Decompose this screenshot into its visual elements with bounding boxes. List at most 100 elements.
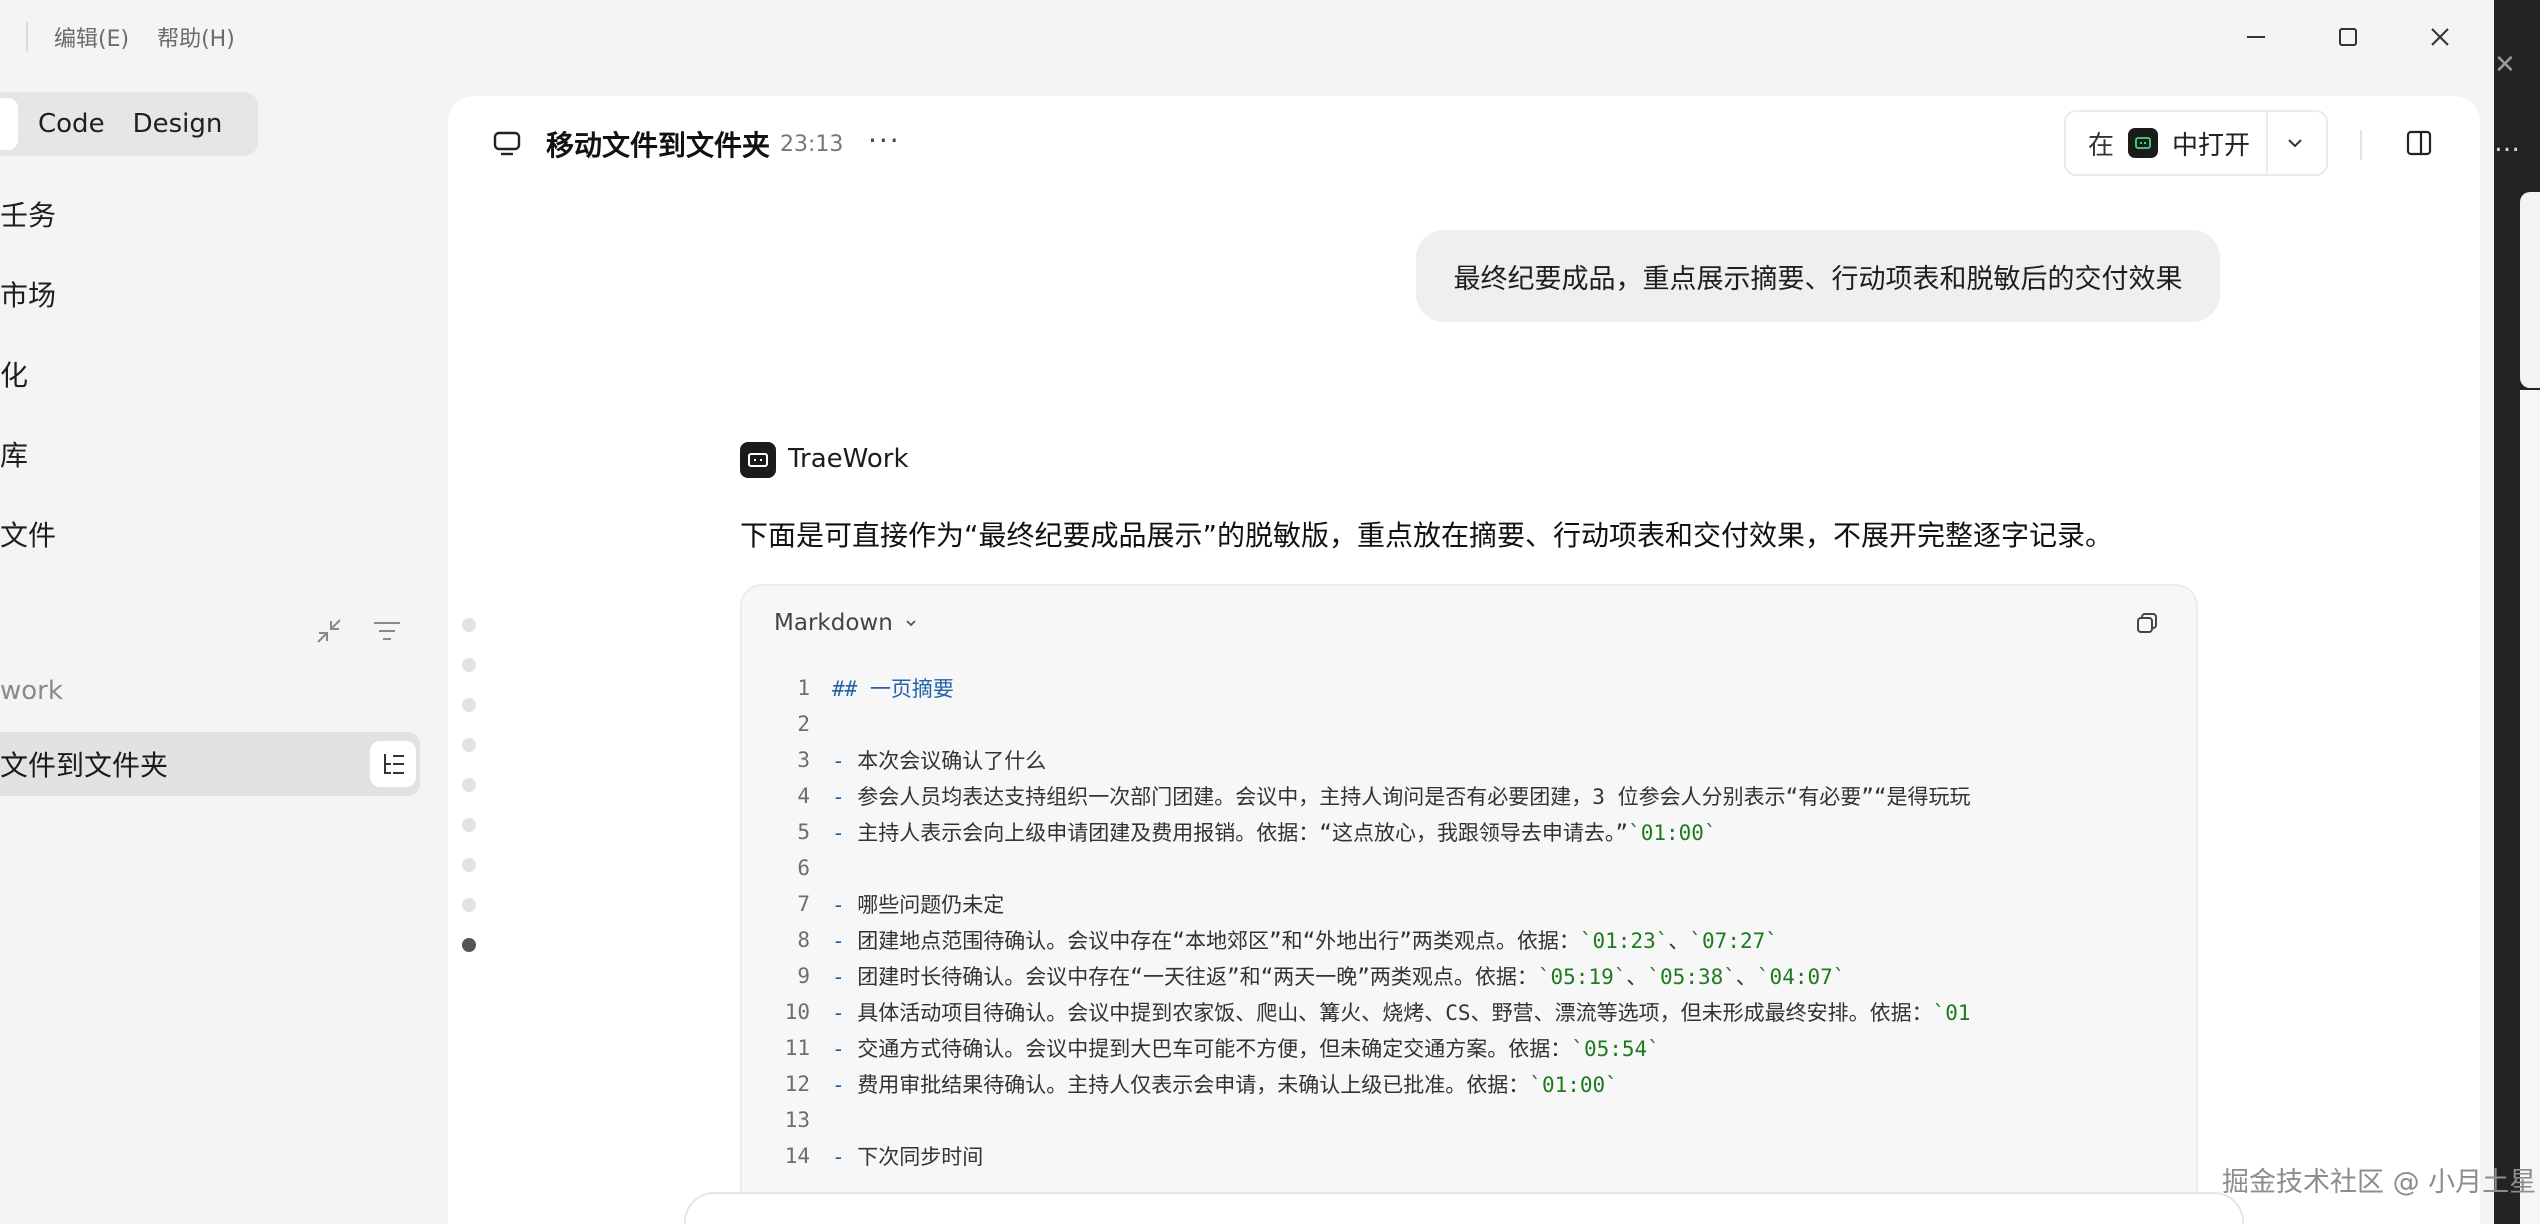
code-line: 4 - 参会人员均表达支持组织一次部门团建。会议中，主持人询问是否有必要团建，3… bbox=[742, 778, 2196, 814]
menu-edit[interactable]: 编辑(E) bbox=[42, 15, 141, 59]
code-line-number: 2 bbox=[797, 712, 810, 736]
assistant-avatar-icon bbox=[740, 442, 776, 478]
code-token: 下次同步时间 bbox=[857, 1145, 984, 1169]
menu-bar: 编辑(E) 帮助(H) bbox=[0, 0, 247, 74]
code-line-number: 10 bbox=[784, 1000, 810, 1024]
code-line: 1 ## 一页摘要 bbox=[742, 670, 2196, 706]
maximize-icon bbox=[2339, 28, 2357, 46]
main-panel: 移动文件到文件夹 23:13 ··· 在 中打开 最终纪要成品，重点展示摘要、行… bbox=[448, 96, 2480, 1224]
code-line-number: 4 bbox=[797, 784, 810, 808]
code-token: - bbox=[832, 749, 858, 773]
code-line: 11 - 交通方式待确认。会议中提到大巴车可能不方便，但未确定交通方案。依据：`… bbox=[742, 1030, 2196, 1066]
mode-tab-design[interactable]: Design bbox=[125, 109, 243, 139]
code-line-text: - 交通方式待确认。会议中提到大巴车可能不方便，但未确定交通方案。依据：`05:… bbox=[832, 1033, 1660, 1063]
code-line-text: - 费用审批结果待确认。主持人仅表示会申请，未确认上级已批准。依据：`01:00… bbox=[832, 1069, 1618, 1099]
filter-button[interactable] bbox=[370, 614, 404, 648]
copy-button[interactable] bbox=[2134, 610, 2160, 640]
code-line-text: - 团建地点范围待确认。会议中存在“本地郊区”和“外地出行”两类观点。依据：`0… bbox=[832, 925, 1778, 955]
close-button[interactable] bbox=[2394, 0, 2486, 74]
code-token: `01 bbox=[1932, 1001, 1971, 1025]
code-line-text: ## 一页摘要 bbox=[832, 673, 954, 703]
code-line-number: 8 bbox=[797, 928, 810, 952]
code-token: 费用审批结果待确认。主持人仅表示会申请，未确认上级已批准。依据： bbox=[857, 1073, 1530, 1097]
sidebar-item-3[interactable]: 化 bbox=[0, 334, 56, 414]
minimize-icon bbox=[2247, 36, 2265, 38]
maximize-button[interactable] bbox=[2302, 0, 2394, 74]
timeline-dot-active[interactable] bbox=[462, 938, 476, 952]
code-token: 团建时长待确认。会议中存在“一天往返”和“两天一晚”两类观点。依据： bbox=[857, 965, 1538, 989]
code-token: - bbox=[832, 785, 858, 809]
code-token: `05:54` bbox=[1571, 1037, 1660, 1061]
background-window-edge: ✕ … bbox=[2494, 0, 2540, 1224]
code-line-text: - 具体活动项目待确认。会议中提到农家饭、爬山、篝火、烧烤、CS、野营、漂流等选… bbox=[832, 997, 1971, 1027]
menu-separator bbox=[26, 22, 28, 52]
code-block: Markdown 1 ## 一页摘要 2 3- 本次会议确认了什么 4 - 参会人员均表… bbox=[740, 584, 2198, 1224]
more-options-button[interactable]: ··· bbox=[868, 124, 901, 157]
sidebar-item-tasks[interactable]: 壬务 bbox=[0, 174, 56, 254]
code-line-text: - 团建时长待确认。会议中存在“一天往返”和“两天一晚”两类观点。依据：`05:… bbox=[832, 961, 1845, 991]
code-line-number: 3 bbox=[797, 748, 810, 772]
page-title: 移动文件到文件夹 bbox=[546, 129, 771, 162]
timeline-dot[interactable] bbox=[462, 618, 476, 632]
minimize-button[interactable] bbox=[2210, 0, 2302, 74]
code-token: - bbox=[832, 1037, 858, 1061]
chevron-down-icon bbox=[906, 620, 916, 627]
panel-toggle-icon[interactable] bbox=[2404, 128, 2434, 162]
open-in-divider bbox=[2266, 110, 2269, 176]
code-token: - bbox=[832, 929, 858, 953]
code-token: `04:07` bbox=[1756, 965, 1846, 989]
code-token: 本次会议确认了什么 bbox=[857, 749, 1047, 773]
code-line-text: - 哪些问题仍未定 bbox=[832, 889, 1004, 919]
code-line-text: - 下次同步时间 bbox=[832, 1141, 983, 1171]
code-line-number: 11 bbox=[784, 1036, 810, 1060]
code-line: 7- 哪些问题仍未定 bbox=[742, 886, 2196, 922]
code-line-number: 1 bbox=[797, 676, 810, 700]
message-composer[interactable] bbox=[684, 1192, 2244, 1224]
collapse-button[interactable] bbox=[312, 614, 346, 648]
timeline-dot[interactable] bbox=[462, 658, 476, 672]
code-token: 哪些问题仍未定 bbox=[857, 893, 1005, 917]
assistant-name: TraeWork bbox=[788, 444, 909, 474]
code-line: 5 - 主持人表示会向上级申请团建及费用报销。依据：“这点放心，我跟领导去申请去… bbox=[742, 814, 2196, 850]
sidebar-nav: 壬务 市场 化 库 文件 bbox=[0, 174, 56, 574]
code-token: 参会人员均表达支持组织一次部门团建。会议中，主持人询问是否有必要团建，3 位参会… bbox=[857, 785, 1971, 809]
chevron-down-icon[interactable] bbox=[2284, 132, 2306, 154]
open-in-prefix: 在 bbox=[2088, 130, 2115, 161]
code-token: - bbox=[832, 1145, 858, 1169]
timeline-dot[interactable] bbox=[462, 778, 476, 792]
code-language-selector[interactable]: Markdown bbox=[774, 610, 919, 636]
close-icon: ✕ bbox=[2494, 50, 2516, 80]
window-controls bbox=[2210, 0, 2486, 74]
timeline-dot[interactable] bbox=[462, 858, 476, 872]
code-token: - bbox=[832, 1073, 858, 1097]
code-line-text: - 主持人表示会向上级申请团建及费用报销。依据：“这点放心，我跟领导去申请去。”… bbox=[832, 817, 1717, 847]
code-token: `01:23` bbox=[1579, 929, 1669, 953]
open-in-button[interactable]: 在 中打开 bbox=[2064, 110, 2328, 176]
timeline-dot[interactable] bbox=[462, 738, 476, 752]
timeline-dot[interactable] bbox=[462, 898, 476, 912]
collapse-icon bbox=[317, 619, 341, 643]
code-line: 9 - 团建时长待确认。会议中存在“一天往返”和“两天一晚”两类观点。依据：`0… bbox=[742, 958, 2196, 994]
code-token: 交通方式待确认。会议中提到大巴车可能不方便，但未确定交通方案。依据： bbox=[857, 1037, 1572, 1061]
code-line: 8 - 团建地点范围待确认。会议中存在“本地郊区”和“外地出行”两类观点。依据：… bbox=[742, 922, 2196, 958]
timeline-dot[interactable] bbox=[462, 698, 476, 712]
code-line: 2 bbox=[742, 706, 2196, 742]
code-line-number: 12 bbox=[784, 1072, 810, 1096]
mode-tab-code[interactable]: Code bbox=[18, 109, 125, 139]
sidebar-item-market[interactable]: 市场 bbox=[0, 254, 56, 334]
outline-button[interactable] bbox=[370, 741, 416, 787]
code-line: 12 - 费用审批结果待确认。主持人仅表示会申请，未确认上级已批准。依据：`01… bbox=[742, 1066, 2196, 1102]
code-token: ## 一页摘要 bbox=[832, 677, 954, 701]
sidebar-item-library[interactable]: 库 bbox=[0, 414, 56, 494]
sidebar-item-files[interactable]: 文件 bbox=[0, 494, 56, 574]
sidebar-chat-item[interactable]: 文件到文件夹 bbox=[0, 732, 420, 796]
open-in-label: 中打开 bbox=[2172, 130, 2251, 161]
sidebar: Code Design 壬务 市场 化 库 文件 work 文件到文件夹 bbox=[0, 74, 440, 1224]
header-timestamp: 23:13 bbox=[780, 132, 844, 157]
timeline-dot[interactable] bbox=[462, 818, 476, 832]
assistant-intro-text: 下面是可直接作为“最终纪要成品展示”的脱敏版，重点放在摘要、行动项表和交付效果，… bbox=[740, 519, 2114, 552]
mode-switch: Code Design bbox=[0, 92, 258, 156]
mode-tab-active[interactable] bbox=[0, 98, 18, 150]
menu-help[interactable]: 帮助(H) bbox=[145, 15, 247, 59]
code-language-label: Markdown bbox=[774, 610, 893, 636]
